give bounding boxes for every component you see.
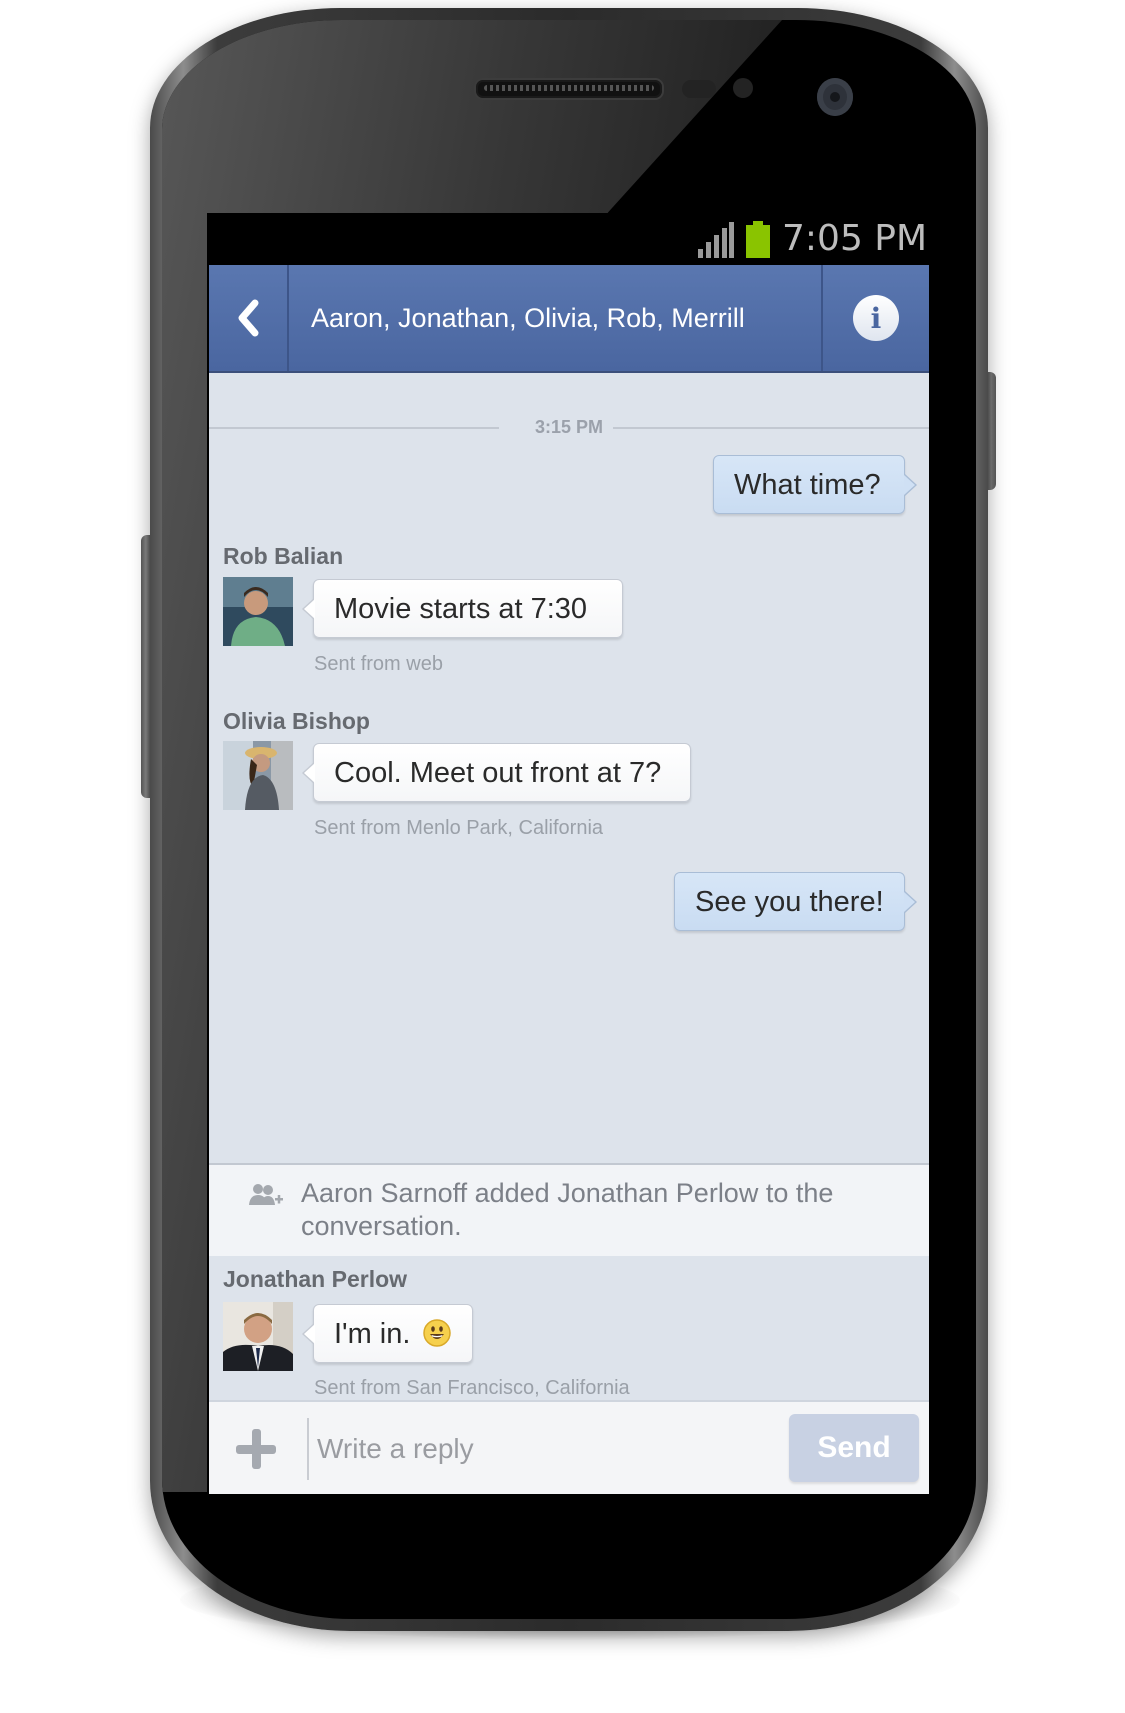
front-camera <box>817 78 853 116</box>
signal-bars-icon <box>698 222 734 258</box>
status-time: 7:05 PM <box>782 218 928 259</box>
send-button[interactable]: Send <box>789 1414 919 1482</box>
plus-icon[interactable] <box>233 1426 279 1472</box>
info-icon: i <box>853 295 899 341</box>
light-sensor <box>733 78 753 98</box>
reply-composer: Send <box>209 1400 929 1494</box>
info-button[interactable]: i <box>821 265 929 371</box>
earpiece-speaker <box>474 78 664 100</box>
battery-icon <box>746 221 770 258</box>
back-button[interactable] <box>209 265 289 371</box>
conversation-header: Aaron, Jonathan, Olivia, Rob, Merrill i <box>209 265 929 373</box>
status-bar: 7:05 PM <box>207 213 929 265</box>
reply-input[interactable] <box>317 1418 777 1480</box>
message-list-lower <box>209 373 929 1400</box>
conversation-title[interactable]: Aaron, Jonathan, Olivia, Rob, Merrill <box>311 265 745 371</box>
composer-divider <box>307 1418 309 1480</box>
proximity-sensor <box>682 80 716 98</box>
chevron-left-icon <box>238 299 259 337</box>
